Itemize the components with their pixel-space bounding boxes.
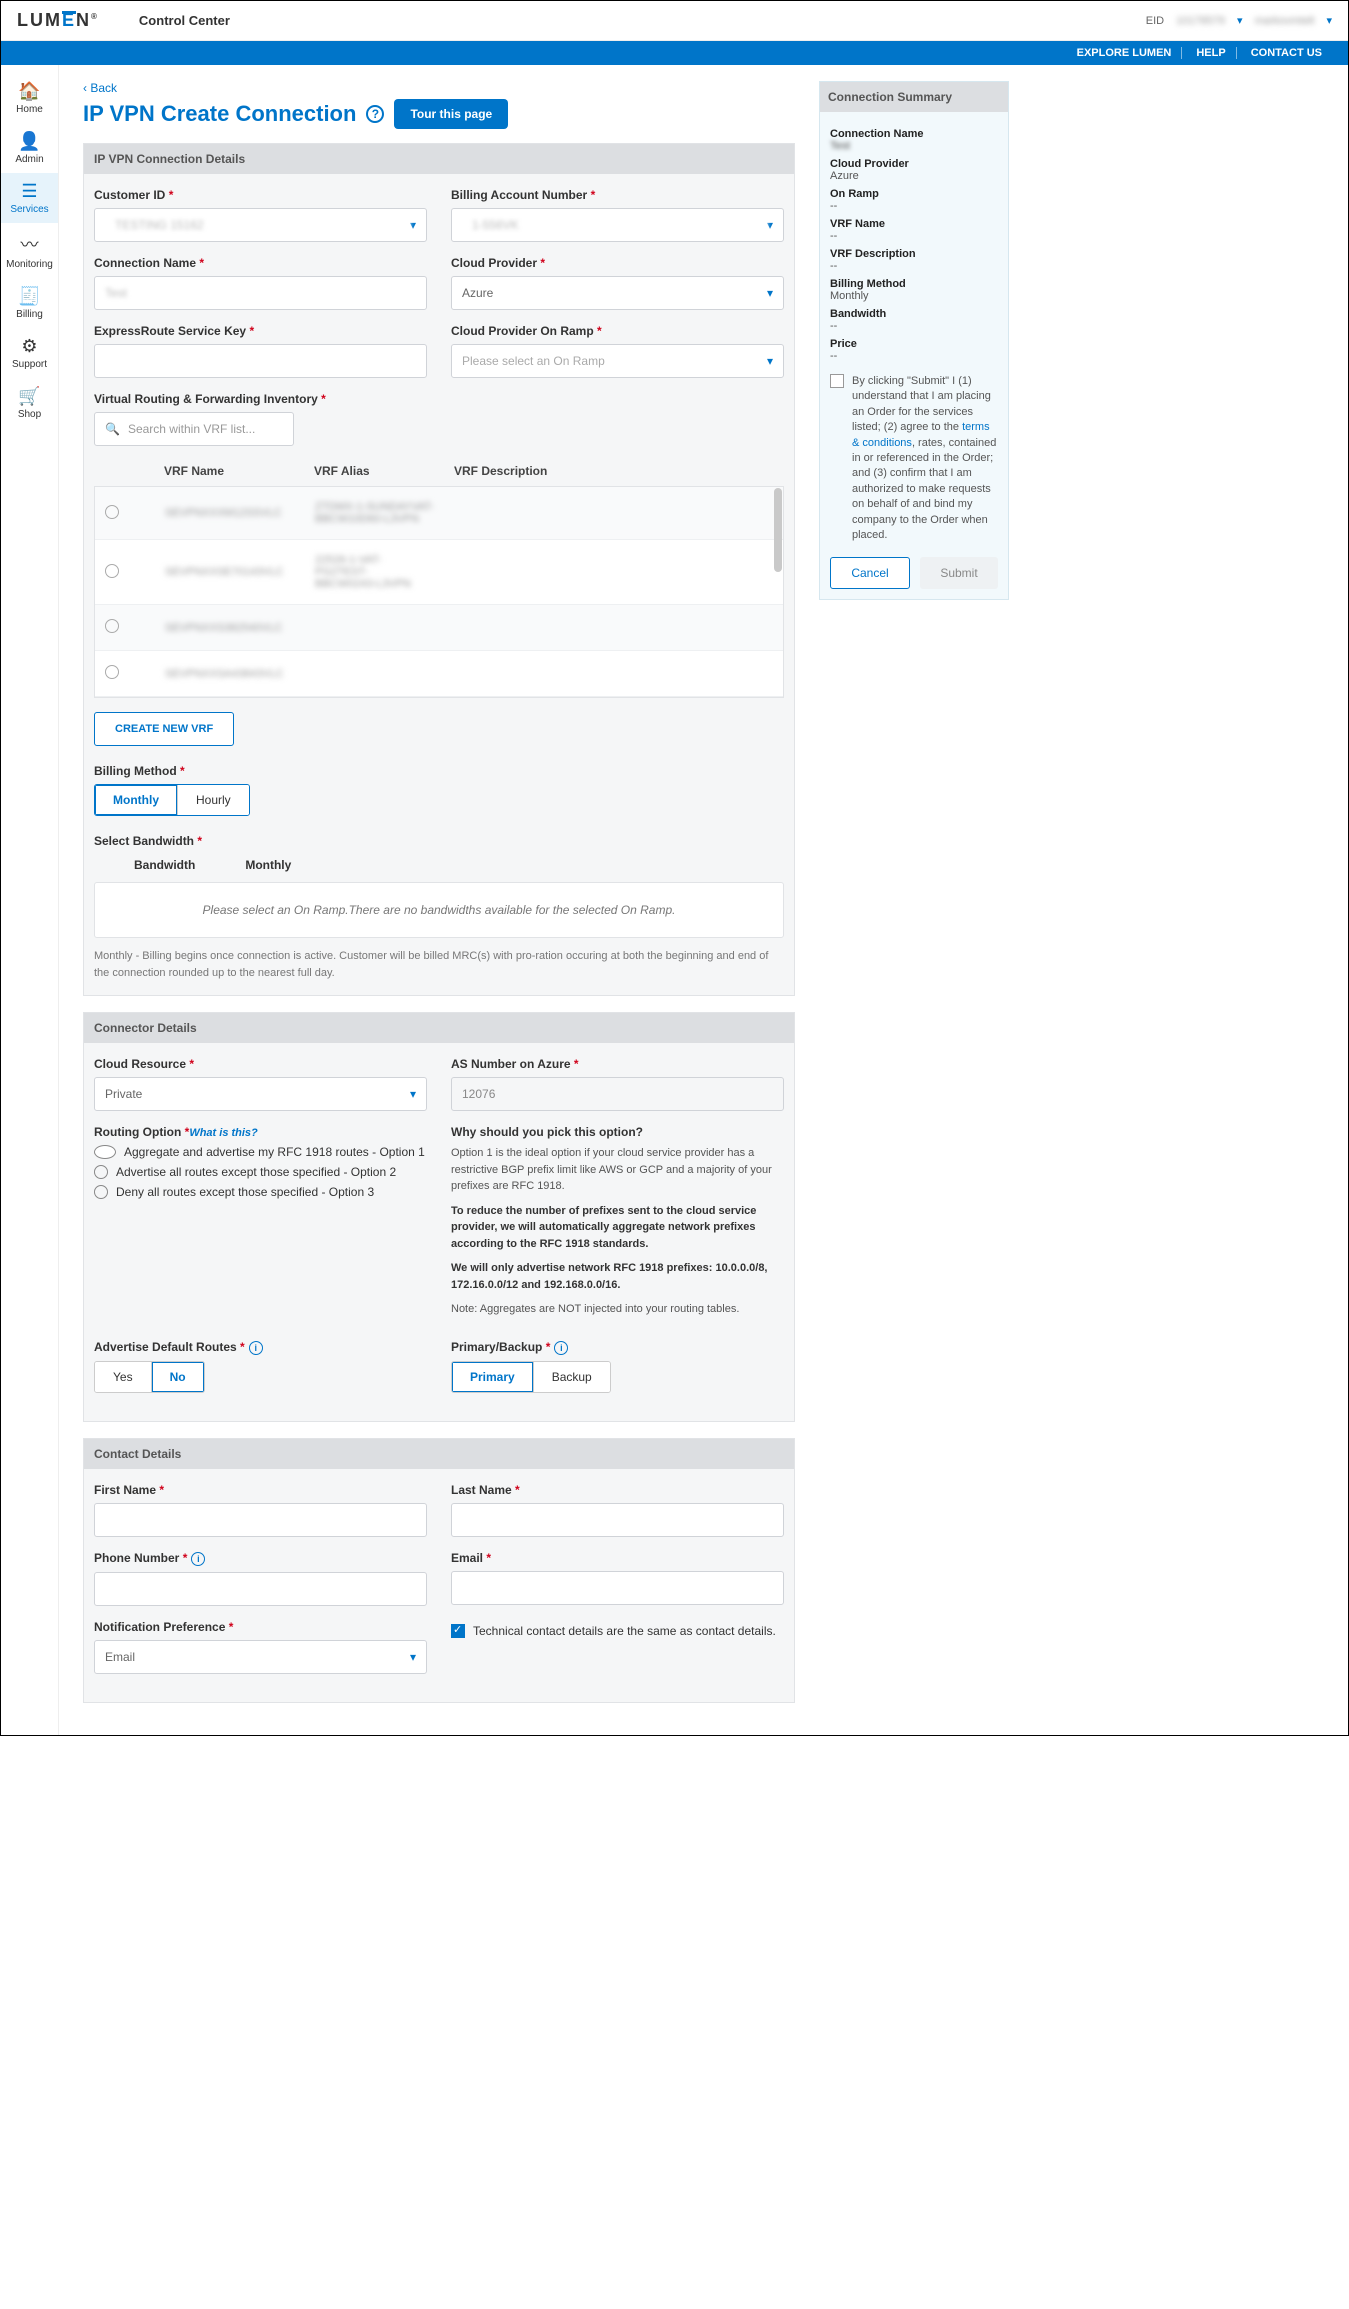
back-link[interactable]: ‹ Back (83, 81, 117, 95)
table-row[interactable]: SEVPNXXSA43843VLC (95, 651, 783, 697)
connection-name-input[interactable]: Test (94, 276, 427, 310)
bandwidth-empty-msg: Please select an On Ramp.There are no ba… (94, 882, 784, 938)
chevron-down-icon: ▾ (410, 1650, 416, 1664)
sidebar-item-admin[interactable]: 👤Admin (1, 123, 58, 173)
section-contact-details: Contact Details (84, 1439, 794, 1469)
submit-button[interactable]: Submit (920, 557, 998, 589)
pb-primary[interactable]: Primary (452, 1362, 534, 1392)
billing-icon: 🧾 (1, 286, 58, 307)
radio-icon (105, 505, 119, 519)
radio-icon (105, 665, 119, 679)
nav-help[interactable]: HELP (1186, 47, 1236, 59)
chevron-down-icon[interactable]: ▾ (1237, 14, 1243, 27)
adr-no[interactable]: No (152, 1362, 204, 1392)
app-title: Control Center (139, 13, 230, 28)
radio-icon (94, 1145, 116, 1159)
nav-contact[interactable]: CONTACT US (1241, 47, 1332, 59)
routing-option-2[interactable]: Advertise all routes except those specif… (94, 1165, 427, 1179)
as-number-input: 12076 (451, 1077, 784, 1111)
cloud-resource-select[interactable]: Private▾ (94, 1077, 427, 1111)
section-connector-details: Connector Details (84, 1013, 794, 1043)
terms-checkbox[interactable] (830, 374, 844, 388)
radio-icon (105, 564, 119, 578)
eid-value[interactable]: 10178579 (1176, 15, 1225, 27)
chevron-down-icon: ▾ (410, 218, 416, 232)
tour-button[interactable]: Tour this page (394, 99, 508, 129)
info-icon[interactable]: i (191, 1552, 205, 1566)
summary-title: Connection Summary (820, 82, 1008, 112)
chevron-down-icon: ▾ (767, 218, 773, 232)
billing-account-select[interactable]: 1-556VK▾ (451, 208, 784, 242)
radio-icon (105, 619, 119, 633)
last-name-input[interactable] (451, 1503, 784, 1537)
section-connection-details: IP VPN Connection Details (84, 144, 794, 174)
chevron-down-icon: ▾ (767, 286, 773, 300)
table-row[interactable]: SEVPNXXSE70143VLC22526-1-VAT- PG2TEST- B… (95, 540, 783, 605)
radio-icon (94, 1185, 108, 1199)
chevron-down-icon: ▾ (410, 1087, 416, 1101)
table-row[interactable]: SEVPNXXXM12SSVLCZTDMX-1-SUNDAYVAT- BBCW1… (95, 487, 783, 540)
chevron-down-icon: ▾ (767, 354, 773, 368)
sidebar-item-home[interactable]: 🏠Home (1, 73, 58, 123)
list-icon: ☰ (1, 181, 58, 202)
billing-monthly[interactable]: Monthly (95, 785, 178, 815)
sidebar-item-services[interactable]: ☰Services (1, 173, 58, 223)
cancel-button[interactable]: Cancel (830, 557, 910, 589)
user-icon: 👤 (1, 131, 58, 152)
notification-pref-select[interactable]: Email▾ (94, 1640, 427, 1674)
sidebar-item-support[interactable]: ⚙Support (1, 328, 58, 378)
chevron-left-icon: ‹ (83, 81, 87, 95)
create-vrf-button[interactable]: CREATE NEW VRF (94, 712, 234, 746)
adr-yes[interactable]: Yes (95, 1362, 152, 1392)
eid-label: EID (1146, 15, 1164, 27)
sidebar-item-shop[interactable]: 🛒Shop (1, 378, 58, 428)
logo: LUMEN® (17, 10, 99, 31)
pb-backup[interactable]: Backup (534, 1362, 610, 1392)
cloud-provider-select[interactable]: Azure▾ (451, 276, 784, 310)
what-is-this-link[interactable]: What is this? (189, 1127, 257, 1139)
sidebar-item-billing[interactable]: 🧾Billing (1, 278, 58, 328)
vrf-search-input[interactable]: 🔍Search within VRF list... (94, 412, 294, 446)
gear-icon: ⚙ (1, 336, 58, 357)
table-row[interactable]: SEVPNXXS382540VLC (95, 605, 783, 651)
page-title: IP VPN Create Connection (83, 101, 356, 127)
primary-backup-toggle[interactable]: Primary Backup (451, 1361, 611, 1393)
first-name-input[interactable] (94, 1503, 427, 1537)
same-contact-checkbox[interactable] (451, 1624, 465, 1638)
search-icon: 🔍 (105, 422, 120, 436)
customer-id-select[interactable]: TESTING 15162▾ (94, 208, 427, 242)
phone-input[interactable] (94, 1572, 427, 1606)
routing-option-1[interactable]: Aggregate and advertise my RFC 1918 rout… (94, 1145, 427, 1159)
activity-icon: 〰 (1, 231, 58, 257)
info-icon[interactable]: i (554, 1341, 568, 1355)
onramp-select[interactable]: Please select an On Ramp▾ (451, 344, 784, 378)
user-menu[interactable]: markovmtelt (1255, 15, 1315, 27)
chevron-down-icon[interactable]: ▾ (1326, 14, 1332, 27)
help-icon[interactable]: ? (366, 105, 384, 123)
expressroute-key-input[interactable] (94, 344, 427, 378)
billing-hourly[interactable]: Hourly (178, 785, 249, 815)
sidebar-item-monitoring[interactable]: 〰Monitoring (1, 223, 58, 278)
radio-icon (94, 1165, 108, 1179)
home-icon: 🏠 (1, 81, 58, 102)
advertise-default-toggle[interactable]: Yes No (94, 1361, 205, 1393)
info-icon[interactable]: i (249, 1341, 263, 1355)
billing-method-toggle[interactable]: Monthly Hourly (94, 784, 250, 816)
email-input[interactable] (451, 1571, 784, 1605)
scrollbar[interactable] (774, 488, 782, 572)
nav-explore[interactable]: EXPLORE LUMEN (1067, 47, 1183, 59)
routing-option-3[interactable]: Deny all routes except those specified -… (94, 1185, 427, 1199)
cart-icon: 🛒 (1, 386, 58, 407)
